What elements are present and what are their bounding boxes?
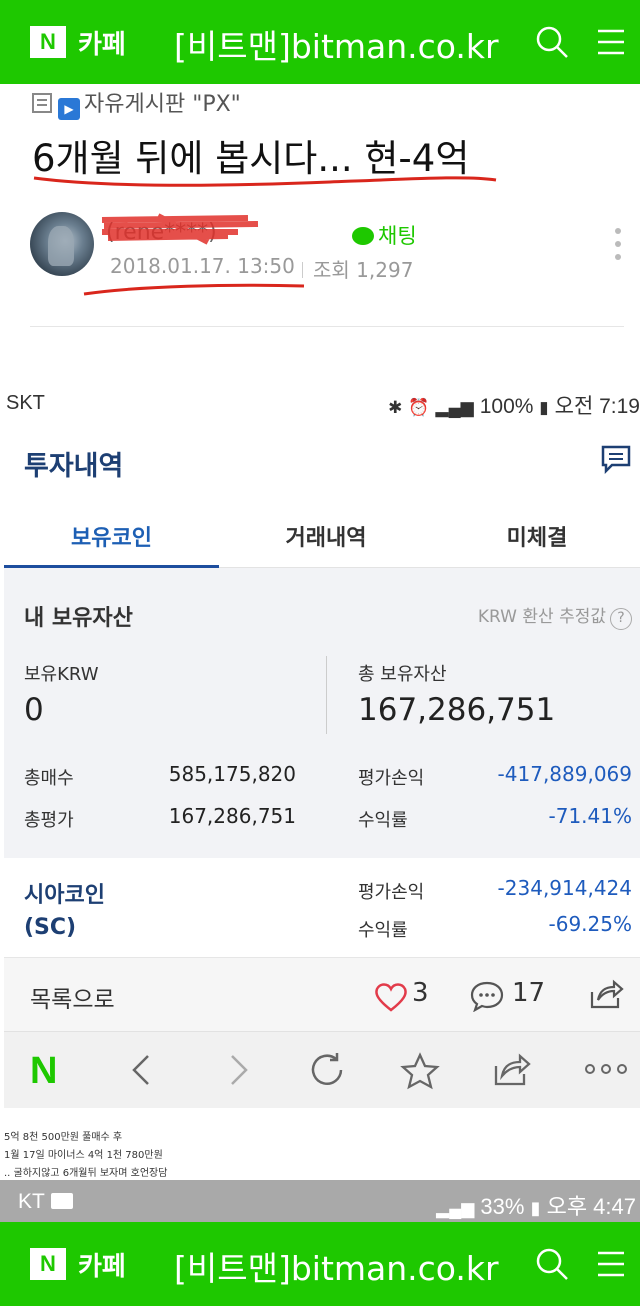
board-name[interactable]: 자유게시판 "PX": [84, 92, 241, 117]
bookmark-star-icon[interactable]: [400, 1052, 440, 1090]
message-notification-icon: [50, 1193, 73, 1209]
eval-pl-label: 평가손익: [358, 768, 425, 789]
naver-home-button[interactable]: N: [30, 1050, 57, 1093]
naver-logo[interactable]: N: [30, 26, 66, 58]
back-icon[interactable]: [126, 1052, 158, 1088]
total-buy-value: 585,175,820: [168, 762, 296, 786]
more-icon[interactable]: [614, 228, 622, 268]
play-icon: ▶: [58, 98, 80, 120]
total-eval-value: 167,286,751: [168, 804, 296, 828]
bottom-status-bar: KT ▂▄▆ 33% ▮ 오후 4:47: [0, 1180, 640, 1222]
wifi-signal-icon: ▂▄▆: [436, 1199, 475, 1218]
red-marker-underline: [33, 176, 497, 187]
naver-logo-repeat[interactable]: N: [30, 1248, 66, 1280]
cafe-header-repeat: N 카페 [비트맨]bitman.co.kr: [0, 1222, 640, 1306]
caption-line-1: 5억 8천 500만원 풀매수 후: [4, 1132, 123, 1143]
alarm-icon: ⏰: [408, 398, 430, 417]
held-krw-label: 보유KRW: [24, 664, 99, 685]
battery-icon: ▮: [539, 398, 549, 417]
coin-return-label: 수익률: [358, 920, 408, 941]
more-options-icon[interactable]: [584, 1062, 628, 1076]
total-buy-label: 총매수: [24, 768, 74, 789]
cafe-header: N 카페 [비트맨]bitman.co.kr: [0, 0, 640, 84]
return-label: 수익률: [358, 810, 408, 831]
caption-line-2: 1월 17일 마이너스 4억 1천 780만원: [4, 1150, 163, 1161]
like-count[interactable]: 3: [412, 978, 429, 1008]
help-icon[interactable]: ?: [610, 608, 632, 630]
post-date: 2018.01.17. 13:50: [110, 254, 295, 278]
bottom-battery-icon: ▮: [530, 1198, 541, 1218]
search-icon[interactable]: [534, 24, 570, 60]
list-icon: [32, 93, 52, 113]
post-action-bar: 목록으로 3 17: [4, 958, 640, 1032]
held-krw-value: 0: [24, 692, 44, 728]
carrier: SKT: [6, 392, 45, 414]
post-views: 조회 1,297: [302, 254, 413, 283]
search-icon-repeat[interactable]: [534, 1246, 570, 1282]
divider: [30, 326, 624, 327]
tab-transactions[interactable]: 거래내역: [220, 520, 432, 552]
share-icon[interactable]: [588, 978, 624, 1010]
tab-unfilled[interactable]: 미체결: [434, 520, 640, 552]
avatar[interactable]: [30, 212, 94, 276]
signal-icon: ▂▄▆: [435, 398, 474, 417]
coin-eval-pl-value: -234,914,424: [497, 876, 632, 900]
divider-vertical: [326, 656, 327, 734]
bottom-carrier: KT: [18, 1190, 73, 1214]
browser-share-icon[interactable]: [492, 1052, 532, 1088]
cafe-label[interactable]: 카페: [78, 24, 126, 61]
caption-line-3: .. 굴하지않고 6개월뒤 보자며 호언장담: [4, 1168, 168, 1179]
bottom-time: 오후 4:47: [546, 1194, 636, 1219]
redaction-scribble: [101, 213, 259, 245]
menu-icon-repeat[interactable]: [596, 1248, 626, 1280]
heart-icon[interactable]: [374, 982, 408, 1012]
board-breadcrumb[interactable]: ▶ 자유게시판 "PX": [32, 86, 241, 120]
total-assets-value: 167,286,751: [358, 692, 556, 728]
browser-toolbar: N: [4, 1032, 640, 1108]
battery-percent: 100%: [479, 395, 534, 418]
comment-icon[interactable]: [470, 980, 504, 1012]
forward-icon[interactable]: [222, 1052, 254, 1088]
return-value: -71.41%: [548, 804, 632, 828]
comment-count[interactable]: 17: [512, 978, 545, 1008]
phone-time: 오전 7:19: [554, 395, 640, 418]
eval-pl-value: -417,889,069: [497, 762, 632, 786]
bottom-battery: 33%: [480, 1194, 525, 1219]
status-right: ✱ ⏰ ▂▄▆ 100% ▮ 오전 7:19: [388, 390, 640, 420]
message-icon[interactable]: [600, 444, 632, 474]
red-marker-underline-date: [83, 283, 305, 296]
investment-title: 투자내역: [24, 451, 124, 482]
total-assets-label: 총 보유자산: [358, 664, 447, 685]
chat-link[interactable]: 채팅: [352, 220, 417, 250]
embedded-screenshot: SKT ✱ ⏰ ▂▄▆ 100% ▮ 오전 7:19 투자내역 보유코인 거래내역 미체…: [4, 382, 640, 1108]
menu-icon[interactable]: [596, 26, 626, 58]
refresh-icon[interactable]: [308, 1052, 348, 1088]
bluetooth-icon: ✱: [388, 398, 403, 417]
cafe-label-repeat[interactable]: 카페: [78, 1246, 126, 1283]
my-assets-heading: 내 보유자산: [24, 606, 133, 631]
tab-bar: 보유코인 거래내역 미체결: [4, 502, 640, 568]
phone-status-bar: SKT ✱ ⏰ ▂▄▆ 100% ▮ 오전 7:19: [4, 382, 640, 422]
my-assets-panel: 내 보유자산 KRW 환산 추정값? 보유KRW 0 총 보유자산 167,28…: [4, 568, 640, 858]
bottom-status-right: ▂▄▆ 33% ▮ 오후 4:47: [436, 1189, 636, 1221]
chat-bubble-icon: [352, 227, 374, 245]
krw-note[interactable]: KRW 환산 추정값?: [478, 602, 632, 630]
coin-eval-pl-label: 평가손익: [358, 882, 425, 903]
cafe-name[interactable]: [비트맨]bitman.co.kr: [174, 20, 499, 68]
back-to-list-button[interactable]: 목록으로: [30, 980, 115, 1014]
coin-row[interactable]: 시아코인 (SC) 평가손익 -234,914,424 수익률 -69.25%: [4, 858, 640, 958]
tab-holdings[interactable]: 보유코인: [4, 520, 219, 552]
coin-name[interactable]: 시아코인 (SC): [24, 880, 105, 944]
cafe-name-repeat[interactable]: [비트맨]bitman.co.kr: [174, 1242, 499, 1290]
total-eval-label: 총평가: [24, 810, 74, 831]
coin-return-value: -69.25%: [548, 912, 632, 936]
